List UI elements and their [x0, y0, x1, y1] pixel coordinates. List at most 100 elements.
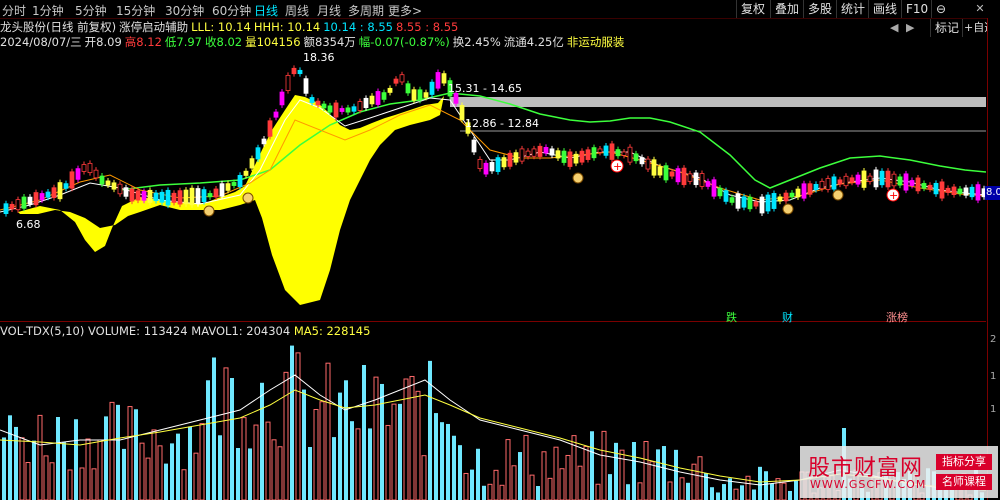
volume-bar — [188, 426, 192, 500]
volume-bar — [56, 417, 60, 500]
candle — [111, 182, 117, 190]
indicator-share-badge[interactable]: 指标分享 — [936, 454, 992, 470]
volume-bar — [440, 422, 444, 500]
candle — [609, 143, 615, 160]
candle — [669, 171, 675, 177]
volume-bar — [398, 403, 402, 500]
volume-bar — [241, 417, 247, 500]
plus-marker-icon: + — [610, 159, 624, 173]
candle — [813, 184, 819, 190]
tab-60min[interactable]: 60分钟 — [212, 2, 251, 19]
candle — [141, 191, 147, 201]
candle — [429, 81, 435, 95]
candle — [183, 189, 189, 205]
candle — [615, 149, 621, 157]
candle — [75, 168, 81, 180]
volume-bar — [643, 441, 649, 500]
candle — [171, 192, 177, 203]
overlay-button[interactable]: 叠加 — [770, 0, 803, 18]
volume-bar — [470, 469, 474, 500]
event-label-drop[interactable]: 跌 — [726, 309, 737, 325]
volume-bar — [601, 430, 607, 500]
candle — [585, 149, 591, 160]
candle — [975, 184, 981, 201]
candle — [321, 103, 327, 109]
tab-monthly[interactable]: 月线 — [317, 2, 341, 19]
candle — [9, 203, 15, 210]
multi-stock-button[interactable]: 多股 — [803, 0, 836, 18]
kline-chart[interactable]: 18.36 6.68 15.31 - 14.65 12.86 - 12.84 +… — [0, 48, 986, 318]
candle — [15, 199, 21, 211]
svg-text:+: + — [889, 189, 898, 202]
candle — [165, 189, 171, 206]
tab-30min[interactable]: 30分钟 — [165, 2, 204, 19]
tab-15min[interactable]: 15分钟 — [116, 2, 155, 19]
candle — [915, 177, 921, 192]
tab-multi-period[interactable]: 多周期 — [348, 2, 384, 19]
candle — [681, 167, 687, 186]
volume-bar — [271, 439, 277, 500]
volume-bar — [476, 448, 480, 500]
candle — [339, 108, 345, 112]
f10-button[interactable]: F10 — [901, 0, 932, 18]
volume-bar — [290, 345, 294, 500]
close-icon[interactable]: ✕ — [972, 1, 988, 17]
candle — [933, 182, 939, 195]
volume-bar — [67, 469, 73, 500]
candle — [303, 78, 309, 94]
lll-value: LLL: 10.14 — [191, 20, 251, 34]
tab-5min[interactable]: 5分钟 — [75, 2, 107, 19]
candle — [489, 162, 495, 172]
volume-bar — [373, 376, 379, 500]
candle — [417, 89, 423, 101]
candle — [159, 191, 165, 203]
candle — [3, 203, 9, 214]
candle — [531, 148, 537, 157]
volume-bar — [145, 457, 151, 500]
candle — [825, 178, 831, 190]
minimize-icon[interactable]: ⊖ — [936, 2, 946, 16]
stats-button[interactable]: 统计 — [836, 0, 869, 18]
volume-bar — [428, 360, 432, 500]
quote-date: 2024/08/07/三 — [0, 35, 82, 49]
volume-bar — [116, 404, 120, 500]
volume-bar — [319, 401, 325, 500]
volume-bar — [127, 406, 133, 500]
candle — [729, 197, 735, 203]
adjust-button[interactable]: 复权 — [736, 0, 769, 18]
candle — [435, 72, 441, 89]
candle — [285, 75, 291, 91]
mark-button[interactable]: 标记 — [930, 19, 963, 37]
next-arrow-icon[interactable]: ▶ — [906, 21, 914, 34]
candle — [591, 147, 597, 159]
tab-intraday[interactable]: 分时 — [2, 2, 26, 19]
candle — [735, 193, 741, 209]
volume-bar — [577, 465, 583, 500]
event-label-limit-up[interactable]: 涨榜 — [886, 309, 908, 325]
volume-bar — [505, 439, 511, 500]
candle — [885, 170, 891, 188]
volume-bar — [434, 413, 438, 500]
volume-bar — [415, 390, 421, 500]
volume-bar — [463, 472, 469, 500]
course-badge[interactable]: 名师课程 — [936, 474, 992, 490]
volume-bar — [619, 449, 625, 500]
candle — [951, 186, 957, 196]
tab-daily[interactable]: 日线 — [254, 2, 278, 19]
volume-bar — [176, 433, 180, 500]
volume-value: VOLUME: 113424 — [88, 324, 188, 338]
candle — [807, 183, 813, 195]
tab-1min[interactable]: 1分钟 — [32, 2, 64, 19]
window-button-group: ⊖ — [931, 0, 950, 18]
candle — [405, 83, 411, 94]
tab-weekly[interactable]: 周线 — [285, 2, 309, 19]
event-label-finance[interactable]: 财 — [782, 309, 793, 325]
volume-bar — [230, 378, 234, 500]
volume-bar — [499, 484, 505, 500]
prev-arrow-icon[interactable]: ◀ — [890, 21, 898, 34]
candle — [471, 139, 477, 153]
draw-line-button[interactable]: 画线 — [868, 0, 901, 18]
volume-bar — [637, 482, 643, 500]
candle — [555, 150, 561, 159]
tab-more[interactable]: 更多> — [388, 2, 422, 19]
